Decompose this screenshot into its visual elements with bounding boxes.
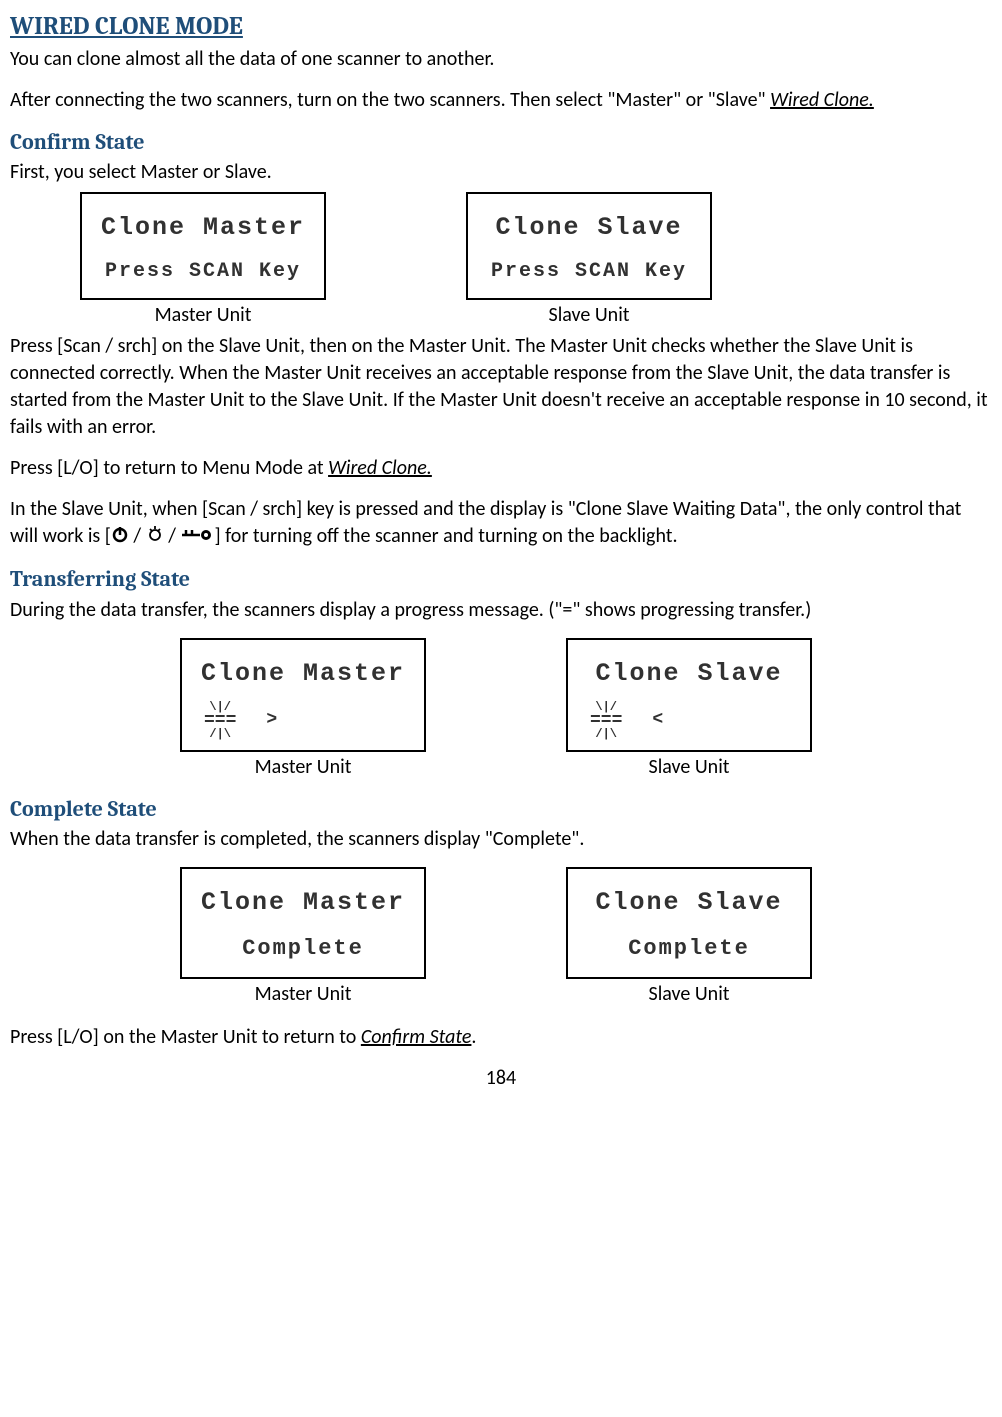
complete-para-2b: . [471,1025,476,1049]
page-title: WIRED CLONE MODE [10,10,992,44]
key-lock-icon [180,524,214,551]
complete-master-label: Master Unit [255,981,352,1008]
rays-bottom: /|\ [595,729,617,740]
transfer-master-progress: \|/ === /|\ > [198,702,408,740]
slave-unit-label: Slave Unit [549,302,630,329]
transfer-text-1: During the data transfer, the scanners d… [10,597,992,624]
complete-para-2: Press [L/O] on the Master Unit to return… [10,1024,992,1051]
light-icon [146,524,164,551]
transfer-slave-line1: Clone Slave [584,654,794,694]
master-screen-line1: Clone Master [98,208,308,248]
complete-slave-line2: Complete [584,931,794,966]
slave-screen-line2: Press SCAN Key [484,256,694,288]
transfer-master-screen: Clone Master \|/ === /|\ > [180,638,426,752]
transfer-slave-label: Slave Unit [649,754,730,781]
confirm-para-2: Press [Scan / srch] on the Slave Unit, t… [10,333,992,441]
wired-clone-link-2: Wired Clone. [328,456,432,480]
complete-master-screen: Clone Master Complete [180,867,426,978]
master-screen: Clone Master Press SCAN Key [80,192,326,300]
transferring-state-heading: Transferring State [10,565,992,595]
complete-text-1: When the data transfer is completed, the… [10,826,992,853]
confirm-para-4b: / [129,524,146,548]
intro-2-text: After connecting the two scanners, turn … [10,88,770,112]
wired-clone-link: Wired Clone. [770,88,874,112]
transfer-master-line1: Clone Master [198,654,408,694]
complete-displays: Clone Master Complete Master Unit Clone … [180,867,992,1007]
complete-para-2a: Press [L/O] on the Master Unit to return… [10,1025,361,1049]
rays-bottom: /|\ [209,729,231,740]
complete-slave-unit: Clone Slave Complete Slave Unit [566,867,812,1007]
intro-para-2: After connecting the two scanners, turn … [10,87,992,114]
transfer-master-unit: Clone Master \|/ === /|\ > Master Unit [180,638,426,781]
transfer-slave-progress: \|/ === /|\ < [584,702,794,740]
master-display-unit: Clone Master Press SCAN Key Master Unit [80,192,326,329]
master-screen-line2: Press SCAN Key [98,256,308,288]
complete-state-heading: Complete State [10,795,992,825]
transfer-displays: Clone Master \|/ === /|\ > Master Unit C… [180,638,992,781]
confirm-para-3a: Press [L/O] to return to Menu Mode at [10,456,328,480]
antenna-icon: \|/ === /|\ [590,702,622,740]
slave-screen: Clone Slave Press SCAN Key [466,192,712,300]
confirm-para-4: In the Slave Unit, when [Scan / srch] ke… [10,496,992,551]
confirm-displays: Clone Master Press SCAN Key Master Unit … [80,192,992,329]
transfer-master-label: Master Unit [255,754,352,781]
page-number: 184 [10,1065,992,1092]
antenna-icon: \|/ === /|\ [204,702,236,740]
confirm-para-3: Press [L/O] to return to Menu Mode at Wi… [10,455,992,482]
arrow-right-icon: > [266,706,277,735]
confirm-para-4d: ] for turning off the scanner and turnin… [214,524,677,548]
intro-para-1: You can clone almost all the data of one… [10,46,992,73]
complete-master-line1: Clone Master [198,883,408,923]
complete-slave-label: Slave Unit [649,981,730,1008]
master-unit-label: Master Unit [155,302,252,329]
slave-screen-line1: Clone Slave [484,208,694,248]
confirm-text-1: First, you select Master or Slave. [10,159,992,186]
power-icon [111,524,129,551]
arrow-left-icon: < [652,706,663,735]
slave-display-unit: Clone Slave Press SCAN Key Slave Unit [466,192,712,329]
complete-slave-line1: Clone Slave [584,883,794,923]
transfer-slave-unit: Clone Slave \|/ === /|\ < Slave Unit [566,638,812,781]
complete-master-line2: Complete [198,931,408,966]
complete-slave-screen: Clone Slave Complete [566,867,812,978]
transfer-slave-screen: Clone Slave \|/ === /|\ < [566,638,812,752]
complete-master-unit: Clone Master Complete Master Unit [180,867,426,1007]
confirm-state-link: Confirm State [361,1025,472,1049]
confirm-state-heading: Confirm State [10,128,992,158]
confirm-para-4c: / [164,524,181,548]
